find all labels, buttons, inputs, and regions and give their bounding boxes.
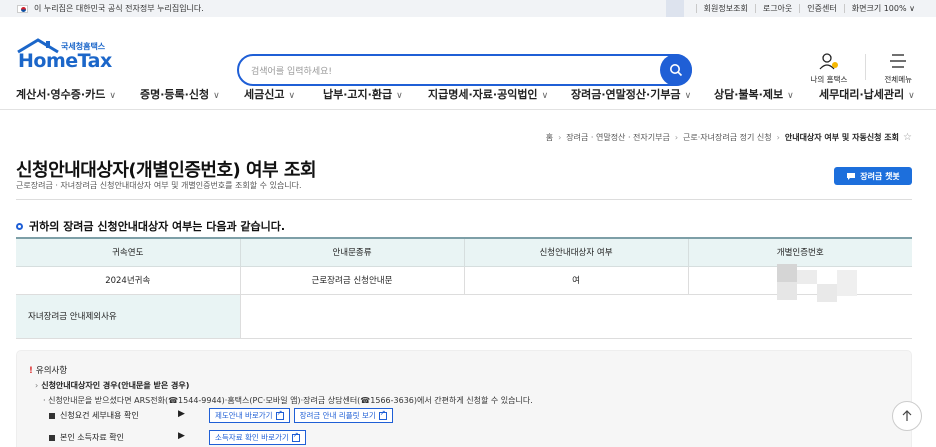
warning-icon: ! — [29, 366, 33, 376]
page-subtitle: 근로장려금 · 자녀장려금 신청안내대상자 여부 및 개별인증번호를 조회할 수… — [16, 181, 302, 190]
breadcrumb-item[interactable]: 장려금 · 연말정산 · 전자기부금 — [566, 132, 670, 143]
table-row: 2024년귀속 근로장려금 신청안내문 여 — [16, 263, 912, 302]
member-info-link[interactable]: 회원정보조회 — [695, 4, 755, 13]
col-header-year: 귀속연도 — [16, 237, 241, 267]
chevron-down-icon: ∨ — [787, 91, 794, 101]
chevron-right-icon: › — [35, 381, 39, 390]
chatbot-label: 장려금 챗봇 — [860, 171, 900, 181]
gov-banner: 이 누리집은 대한민국 공식 전자정부 누리집입니다. 회원정보조회 로그아웃 … — [0, 0, 936, 17]
result-table: 귀속연도 안내문종류 신청안내대상자 여부 개별인증번호 2024년귀속 근로장… — [16, 237, 912, 339]
notice-row-requirements-buttons: 제도안내 바로가기 장려금 안내 리플릿 보기 — [209, 408, 397, 423]
chevron-down-icon: ∨ — [109, 91, 116, 101]
breadcrumb-item[interactable]: 근로·자녀장려금 정기 신청 — [683, 132, 772, 143]
col-header-eligibility: 신청안내대상자 여부 — [464, 237, 689, 267]
redacted-auth-number — [776, 263, 857, 302]
breadcrumb-home[interactable]: 홈 — [546, 132, 553, 143]
nav-item-consult[interactable]: 상담·불복·제보 ∨ — [714, 86, 794, 102]
leaflet-button[interactable]: 장려금 안내 리플릿 보기 — [293, 408, 393, 423]
user-icon — [819, 53, 838, 70]
notice-title: ! 유의사항 — [29, 366, 68, 376]
external-link-icon — [291, 431, 300, 442]
cell-notice-type: 근로장려금 신청안내문 — [240, 266, 465, 295]
result-heading: 귀하의 장려금 신청안내대상자 여부는 다음과 같습니다. — [16, 218, 285, 234]
scroll-top-button[interactable] — [892, 401, 922, 431]
cell-eligibility: 여 — [464, 266, 689, 295]
page-title: 신청안내대상자(개별인증번호) 여부 조회 — [16, 160, 317, 181]
divider — [16, 199, 912, 200]
nav-item-statements[interactable]: 지급명세·자료·공익법인 ∨ — [428, 86, 548, 102]
chevron-down-icon: ∨ — [396, 91, 403, 101]
external-link-icon — [378, 409, 387, 420]
chevron-down-icon: ∨ — [908, 91, 915, 101]
nav-item-tax-return[interactable]: 세금신고 ∨ — [244, 86, 295, 102]
main-nav: 계산서·영수증·카드 ∨ 증명·등록·신청 ∨ 세금신고 ∨ 납부·고지·환급 ∨ 지급… — [0, 75, 936, 110]
play-arrow-icon: ▶ — [178, 409, 185, 419]
zoom-control[interactable]: 화면크기 100% ∨ — [843, 4, 922, 13]
col-header-notice-type: 안내문종류 — [240, 237, 465, 267]
gov-banner-text: 이 누리집은 대한민국 공식 전자정부 누리집입니다. — [34, 4, 204, 13]
reason-label: 자녀장려금 안내제외사유 — [16, 294, 241, 339]
nav-item-tax-agent[interactable]: 세무대리·납세관리 ∨ — [819, 86, 915, 102]
korea-flag-icon — [17, 4, 28, 13]
cert-center-link[interactable]: 인증센터 — [799, 4, 843, 13]
cell-auth-number — [688, 263, 912, 302]
breadcrumb-current: 안내대상자 여부 및 자동신청 조회 — [784, 133, 900, 142]
nav-item-invoices[interactable]: 계산서·영수증·카드 ∨ — [16, 86, 116, 102]
nav-item-certificates[interactable]: 증명·등록·신청 ∨ — [140, 86, 220, 102]
arrow-up-icon — [902, 410, 912, 421]
nav-item-payment[interactable]: 납부·고지·환급 ∨ — [323, 86, 403, 102]
utility-links: 회원정보조회 로그아웃 인증센터 화면크기 100% ∨ — [665, 0, 922, 17]
system-guide-button[interactable]: 제도안내 바로가기 — [209, 408, 290, 423]
notice-text: · 신청안내문을 받으셨다면 ARS전화(☎1544-9944)·홈택스(PC·… — [43, 396, 533, 405]
notice-subheading: › 신청안내대상자인 경우(안내문을 받은 경우) — [35, 381, 190, 390]
notice-box: ! 유의사항 › 신청안내대상자인 경우(안내문을 받은 경우) · 신청안내문을 … — [16, 350, 912, 447]
notice-row-income-buttons: 소득자료 확인 바로가기 — [209, 430, 310, 445]
site-header: 국세청홈택스 HomeTax 검색어를 입력하세요! 나의 홈택스 전체메뉴 — [0, 17, 936, 86]
incentive-chatbot-button[interactable]: 장려금 챗봇 — [834, 167, 912, 185]
external-link-icon — [275, 409, 284, 420]
hometax-logo[interactable]: 국세청홈택스 HomeTax — [16, 38, 126, 72]
chevron-down-icon: ∨ — [288, 91, 296, 101]
favorite-star-icon[interactable]: ☆ — [903, 132, 912, 143]
play-arrow-icon: ▶ — [178, 431, 185, 441]
square-bullet-icon — [49, 434, 55, 441]
square-bullet-icon — [49, 412, 55, 419]
chat-bubble-icon — [847, 172, 856, 180]
hamburger-menu-icon — [890, 54, 907, 68]
col-header-auth-number: 개별인증번호 — [688, 237, 912, 267]
income-data-button[interactable]: 소득자료 확인 바로가기 — [209, 430, 306, 445]
nav-item-incentives[interactable]: 장려금·연말정산·기부금 ∨ — [571, 86, 691, 102]
chevron-down-icon: ∨ — [541, 91, 549, 101]
logo-text: HomeTax — [18, 50, 112, 72]
notice-row-income: 본인 소득자료 확인 — [49, 432, 124, 443]
bullet-circle-icon — [16, 222, 23, 230]
breadcrumb: 홈 › 장려금 · 연말정산 · 전자기부금 › 근로·자녀장려금 정기 신청 › 안… — [545, 132, 912, 143]
cell-year: 2024년귀속 — [16, 266, 241, 295]
logout-link[interactable]: 로그아웃 — [754, 4, 799, 13]
notice-row-requirements: 신청요건 세부내용 확인 — [49, 410, 139, 421]
chevron-down-icon: ∨ — [213, 91, 220, 101]
table-header-row: 귀속연도 안내문종류 신청안내대상자 여부 개별인증번호 — [16, 237, 912, 267]
chevron-down-icon: ∨ — [684, 91, 692, 101]
